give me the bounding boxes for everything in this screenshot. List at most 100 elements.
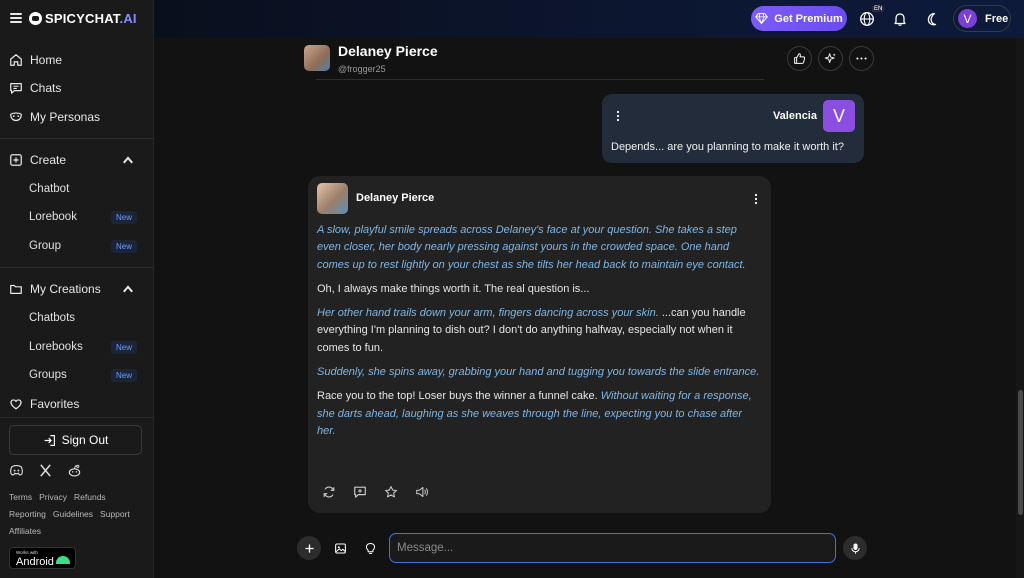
sidebar-item-personas[interactable]: My Personas: [9, 107, 145, 127]
sidebar-item-lorebooks[interactable]: Lorebooks New: [29, 338, 141, 356]
scrollbar-thumb[interactable]: [1018, 390, 1023, 515]
speaker-icon[interactable]: [415, 485, 429, 499]
sidebar-section-my-creations[interactable]: My Creations: [9, 279, 145, 299]
sidebar-item-chatbot[interactable]: Chatbot: [29, 180, 141, 198]
globe-icon[interactable]: [859, 11, 875, 27]
message-paragraph: Race you to the top! Loser buys the winn…: [317, 388, 763, 440]
action-text: Suddenly, she spins away, grabbing your …: [317, 366, 760, 379]
lightbulb-icon: [365, 542, 375, 554]
plus-square-icon: [10, 154, 22, 166]
character-avatar[interactable]: [304, 45, 330, 71]
sidebar-item-label: Groups: [29, 369, 67, 381]
bell-icon[interactable]: [892, 11, 908, 27]
android-badge-caption: Works with: [16, 550, 38, 555]
sidebar-item-label: Home: [30, 53, 63, 67]
sidebar-item-label: Favorites: [30, 397, 80, 411]
bot-message: Delaney Pierce A slow, playful smile spr…: [308, 176, 771, 513]
plus-icon: [304, 543, 314, 553]
x-twitter-icon[interactable]: [38, 463, 53, 478]
action-text: Her other hand trails down your arm, fin…: [317, 307, 659, 320]
bot-message-text: A slow, playful smile spreads across Del…: [317, 222, 763, 447]
menu-icon[interactable]: [10, 13, 22, 23]
sidebar-item-label: My Personas: [30, 110, 101, 124]
sparkle-button[interactable]: [818, 46, 843, 71]
footer-link[interactable]: Guidelines: [53, 509, 93, 519]
sign-out-button[interactable]: Sign Out: [9, 425, 142, 455]
sign-in-arrow-icon: [44, 434, 55, 446]
voice-input-button[interactable]: [843, 536, 867, 560]
more-options-button[interactable]: [849, 46, 874, 71]
message-input[interactable]: [389, 533, 836, 563]
new-badge: New: [110, 210, 137, 224]
footer-link[interactable]: Support: [100, 509, 130, 519]
sparkles-icon: [824, 53, 836, 64]
sidebar-item-label: Chatbot: [29, 183, 70, 195]
get-premium-label: Get Premium: [774, 12, 843, 25]
user-avatar: V: [823, 100, 855, 132]
folder-icon: [10, 284, 22, 294]
brand: SPICYCHAT.AI: [10, 9, 137, 27]
action-text: A slow, playful smile spreads across Del…: [317, 224, 746, 271]
sidebar-item-favorites[interactable]: Favorites: [9, 394, 145, 414]
brand-logo[interactable]: SPICYCHAT.AI: [45, 11, 137, 26]
footer-link[interactable]: Reporting: [9, 509, 46, 519]
sidebar-item-lorebook[interactable]: Lorebook New: [29, 208, 141, 226]
comment-add-icon[interactable]: [353, 485, 367, 499]
like-button[interactable]: [787, 46, 812, 71]
sign-out-label: Sign Out: [61, 433, 109, 447]
sidebar-item-home[interactable]: Home: [9, 50, 145, 70]
reddit-icon[interactable]: [67, 463, 82, 478]
user-message-text: Depends... are you planning to make it w…: [611, 141, 844, 153]
chat-icon: [10, 83, 22, 94]
star-icon[interactable]: [384, 485, 398, 499]
add-button[interactable]: [297, 536, 321, 560]
heart-icon: [10, 399, 22, 410]
divider: [0, 138, 153, 139]
divider: [0, 267, 153, 268]
speech-text: Oh, I always make things worth it. The r…: [317, 282, 590, 295]
footer-link[interactable]: Affiliates: [9, 526, 41, 536]
more-vertical-icon[interactable]: [616, 110, 620, 122]
character-handle[interactable]: @frogger25: [338, 64, 386, 74]
android-robot-icon: [56, 556, 70, 564]
regenerate-icon[interactable]: [322, 485, 336, 499]
chevron-up-icon[interactable]: [121, 282, 135, 296]
chevron-up-icon[interactable]: [121, 153, 135, 167]
footer-link[interactable]: Terms: [9, 492, 32, 502]
microphone-icon: [850, 542, 860, 554]
more-horizontal-icon: [856, 57, 867, 60]
sidebar: SPICYCHAT.AI Home Chats My Personas Crea…: [0, 0, 154, 578]
sidebar-section-label: Create: [30, 153, 67, 167]
thumbs-up-icon: [794, 53, 806, 64]
footer-link[interactable]: Privacy: [39, 492, 67, 502]
suggestion-button[interactable]: [358, 536, 382, 560]
logo-icon: [29, 11, 42, 25]
character-name[interactable]: Delaney Pierce: [338, 43, 438, 59]
message-paragraph: Her other hand trails down your arm, fin…: [317, 305, 763, 357]
more-vertical-icon[interactable]: [754, 193, 758, 205]
message-paragraph: Oh, I always make things worth it. The r…: [317, 281, 763, 298]
sidebar-item-label: Lorebook: [29, 211, 77, 223]
new-badge: New: [110, 239, 137, 253]
footer-link[interactable]: Refunds: [74, 492, 106, 502]
account-menu-button[interactable]: V Free: [953, 5, 1011, 32]
android-badge[interactable]: Works with Android: [9, 547, 76, 569]
discord-icon[interactable]: [9, 463, 24, 478]
image-button[interactable]: [328, 536, 352, 560]
sidebar-item-chatbots[interactable]: Chatbots: [29, 309, 141, 327]
sidebar-item-label: Lorebooks: [29, 341, 83, 353]
sidebar-section-create[interactable]: Create: [9, 150, 145, 170]
sidebar-item-chats[interactable]: Chats: [9, 78, 145, 98]
divider: [0, 417, 153, 418]
get-premium-button[interactable]: Get Premium: [751, 6, 847, 31]
mask-icon: [10, 112, 22, 122]
sidebar-item-group[interactable]: Group New: [29, 237, 141, 255]
image-icon: [334, 543, 346, 553]
android-badge-label: Android: [16, 556, 54, 568]
sidebar-section-label: My Creations: [30, 282, 101, 296]
sidebar-item-groups[interactable]: Groups New: [29, 366, 141, 384]
moon-icon[interactable]: [925, 11, 941, 27]
bot-avatar[interactable]: [317, 183, 348, 214]
home-icon: [10, 54, 22, 66]
language-badge: EN: [872, 6, 885, 12]
